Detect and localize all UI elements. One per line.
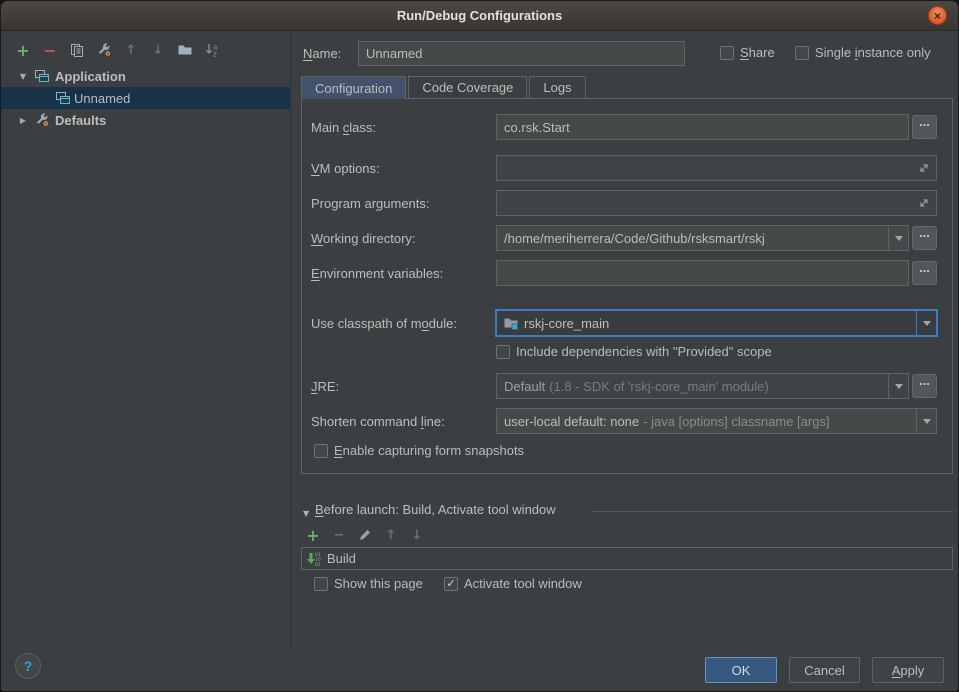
application-icon <box>55 90 71 106</box>
move-task-down-icon[interactable]: ↓ <box>409 527 425 543</box>
button-label: Apply <box>892 663 925 678</box>
question-mark-icon: ? <box>24 658 33 674</box>
sidebar-divider <box>290 31 291 649</box>
configurations-toolbar: + − ↑ ↓ az <box>15 42 220 58</box>
name-input[interactable] <box>358 41 685 66</box>
checkbox-label: Activate tool window <box>464 576 582 591</box>
button-label: OK <box>732 663 751 678</box>
checkbox-label: Show this page <box>334 576 423 591</box>
sort-alphabetically-icon[interactable]: az <box>204 42 220 58</box>
help-button[interactable]: ? <box>15 653 41 679</box>
before-launch-collapse-icon[interactable]: ▼ <box>303 506 309 522</box>
close-button[interactable]: × <box>928 6 947 25</box>
move-up-icon[interactable]: ↑ <box>123 42 139 58</box>
remove-task-icon[interactable]: − <box>331 527 347 543</box>
titlebar[interactable]: Run/Debug Configurations × <box>1 1 958 31</box>
before-launch-task-build[interactable]: 011001 Build <box>301 547 953 570</box>
wrench-icon <box>34 112 50 128</box>
add-task-icon[interactable]: + <box>305 527 321 543</box>
new-folder-icon[interactable] <box>177 42 193 58</box>
share-checkbox[interactable]: Share <box>720 45 775 60</box>
remove-configuration-icon[interactable]: − <box>42 42 58 58</box>
check-mark-icon: ✓ <box>446 578 455 589</box>
close-icon: × <box>934 10 941 22</box>
tree-item-unnamed[interactable]: Unnamed <box>1 87 290 109</box>
tab-label: Configuration <box>315 81 392 96</box>
run-debug-configurations-dialog: Run/Debug Configurations × + − ↑ ↓ az ▼ … <box>0 0 959 692</box>
ok-button[interactable]: OK <box>705 657 777 683</box>
checkbox-label: Share <box>740 45 775 60</box>
tab-code-coverage[interactable]: Code Coverage <box>408 76 527 98</box>
cancel-button[interactable]: Cancel <box>789 657 860 683</box>
before-launch-toolbar: + − ↑ ↓ <box>305 527 425 543</box>
configuration-tab-panel <box>301 98 953 474</box>
add-configuration-icon[interactable]: + <box>15 42 31 58</box>
window-title: Run/Debug Configurations <box>397 8 562 23</box>
button-label: Cancel <box>804 663 844 678</box>
tree-item-application[interactable]: ▼ Application <box>1 65 290 87</box>
tree-item-label: Defaults <box>55 113 106 128</box>
before-launch-divider <box>591 511 953 512</box>
checkbox-box <box>795 46 809 60</box>
application-icon <box>34 68 50 84</box>
single-instance-checkbox[interactable]: Single instance only <box>795 45 931 60</box>
move-task-up-icon[interactable]: ↑ <box>383 527 399 543</box>
before-launch-header[interactable]: Before launch: Build, Activate tool wind… <box>315 502 556 518</box>
chevron-down-icon[interactable]: ▼ <box>17 72 29 81</box>
tab-configuration[interactable]: Configuration <box>301 76 406 99</box>
tree-item-defaults[interactable]: ▶ Defaults <box>1 109 290 131</box>
checkbox-box <box>314 577 328 591</box>
move-down-icon[interactable]: ↓ <box>150 42 166 58</box>
show-this-page-checkbox[interactable]: Show this page <box>314 576 423 591</box>
copy-configuration-icon[interactable] <box>69 42 85 58</box>
task-label: Build <box>327 551 356 566</box>
checkbox-box: ✓ <box>444 577 458 591</box>
edit-task-icon[interactable] <box>357 527 373 543</box>
tab-logs[interactable]: Logs <box>529 76 585 98</box>
build-icon: 011001 <box>306 551 322 567</box>
edit-defaults-wrench-icon[interactable] <box>96 42 112 58</box>
name-label: Name: <box>303 46 341 62</box>
tab-label: Logs <box>543 80 571 95</box>
checkbox-box <box>720 46 734 60</box>
tree-item-label: Unnamed <box>74 91 130 106</box>
svg-text:z: z <box>213 51 217 59</box>
tree-item-label: Application <box>55 69 126 84</box>
chevron-right-icon[interactable]: ▶ <box>17 116 29 125</box>
activate-tool-window-checkbox[interactable]: ✓ Activate tool window <box>444 576 582 591</box>
checkbox-label: Single instance only <box>815 45 931 60</box>
svg-text:01: 01 <box>315 562 321 567</box>
config-tabs: Configuration Code Coverage Logs <box>301 76 586 98</box>
tab-label: Code Coverage <box>422 80 513 95</box>
apply-button[interactable]: Apply <box>872 657 944 683</box>
